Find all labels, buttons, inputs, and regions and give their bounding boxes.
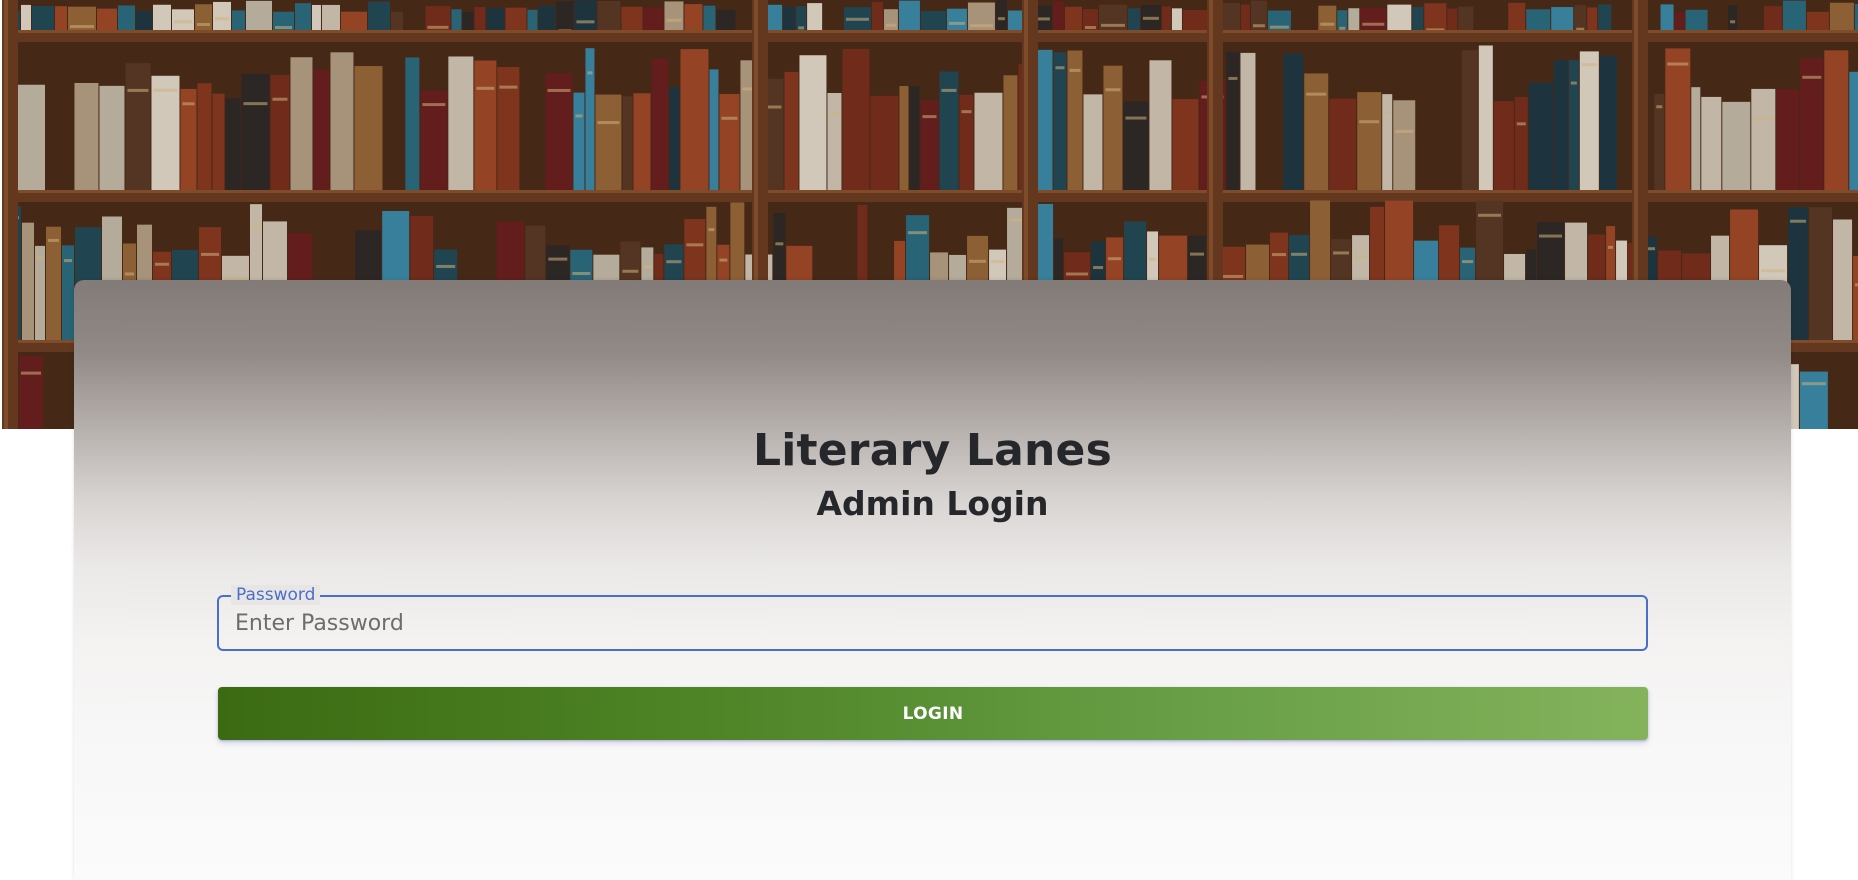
page-subtitle: Admin Login: [816, 484, 1049, 523]
password-input[interactable]: [235, 605, 1625, 641]
login-card: Literary Lanes Admin Login Password LOGI…: [74, 280, 1791, 880]
password-label: Password: [231, 585, 321, 605]
password-field[interactable]: Password: [217, 585, 1648, 651]
page-title: Literary Lanes: [753, 425, 1112, 476]
login-button[interactable]: LOGIN: [218, 687, 1648, 740]
